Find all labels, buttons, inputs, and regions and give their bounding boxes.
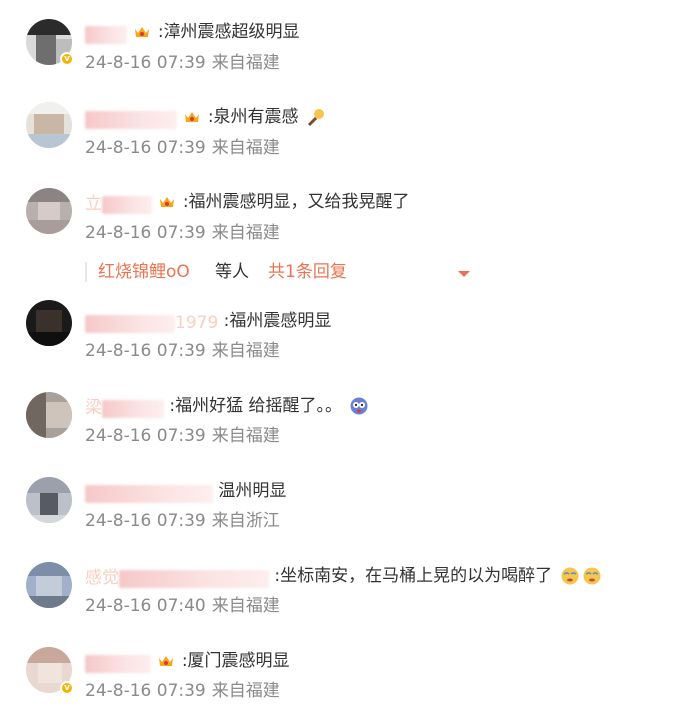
comment-meta: 24-8-16 07:39 来自福建 — [85, 136, 280, 160]
avatar[interactable] — [26, 392, 72, 438]
verified-badge-icon: v — [60, 52, 74, 66]
avatar[interactable] — [26, 562, 72, 608]
comment-meta: 24-8-16 07:40 来自福建 — [85, 594, 280, 618]
comment-text: :福州震感明显，又给我晃醒了 — [182, 192, 410, 212]
avatar[interactable] — [26, 300, 72, 346]
comment-meta: 24-8-16 07:39 来自福建 — [85, 679, 280, 703]
comment-source: 来自福建 — [211, 596, 280, 616]
comment-source: 来自福建 — [211, 223, 280, 243]
crown-badge-icon — [159, 656, 174, 666]
username[interactable] — [85, 480, 213, 503]
comment-source: 来自福建 — [211, 138, 280, 158]
reply-count-link[interactable]: 共1条回复 — [268, 258, 347, 286]
comment-meta: 24-8-16 07:39 来自福建 — [85, 221, 280, 245]
comment-time: 24-8-16 07:39 — [85, 511, 206, 531]
username[interactable] — [85, 106, 177, 129]
comment-source: 来自福建 — [211, 53, 280, 73]
comment-meta: 24-8-16 07:39 来自福建 — [85, 339, 280, 363]
crown-badge-icon — [160, 197, 175, 207]
comment-time: 24-8-16 07:39 — [85, 681, 206, 701]
username[interactable]: 立 — [85, 191, 152, 214]
crown-badge-icon — [185, 112, 200, 122]
comment-source: 来自福建 — [211, 426, 280, 446]
comment-source: 来自浙江 — [211, 511, 280, 531]
comment-meta: 24-8-16 07:39 来自福建 — [85, 424, 280, 448]
avatar[interactable] — [26, 188, 72, 234]
replies-preview[interactable]: 红烧锦鲤oO 等人 共1条回复 — [85, 258, 485, 286]
username[interactable]: 梁 — [85, 395, 164, 418]
comment-source: 来自福建 — [211, 681, 280, 701]
comment-meta: 24-8-16 07:39 来自浙江 — [85, 509, 280, 533]
comment-text: :福州震感明显 — [223, 311, 332, 331]
comment-text: :坐标南安，在马桶上晃的以为喝醉了 — [274, 566, 553, 586]
comment-text: :泉州有震感 — [207, 107, 299, 127]
comment-time: 24-8-16 07:39 — [85, 426, 206, 446]
avatar[interactable] — [26, 477, 72, 523]
comment-time: 24-8-16 07:40 — [85, 596, 206, 616]
reply-author-link[interactable]: 红烧锦鲤oO — [98, 258, 190, 286]
comment-text: :漳州震感超级明显 — [157, 22, 300, 42]
comment-time: 24-8-16 07:39 — [85, 223, 206, 243]
thinking-emoji-icon — [307, 109, 324, 127]
replies-divider — [85, 262, 87, 282]
comment-time: 24-8-16 07:39 — [85, 138, 206, 158]
comment-time: 24-8-16 07:39 — [85, 341, 206, 361]
comment-text: :厦门震感明显 — [181, 651, 290, 671]
comment-text: 温州明显 — [218, 481, 287, 501]
comment-meta: 24-8-16 07:39 来自福建 — [85, 51, 280, 75]
username[interactable] — [85, 21, 127, 44]
crown-badge-icon — [135, 27, 150, 37]
reply-others-label: 等人 — [215, 262, 249, 282]
avatar[interactable] — [26, 102, 72, 148]
username[interactable]: 1979 — [85, 310, 218, 333]
username[interactable]: 感觉 — [85, 565, 269, 588]
comment-source: 来自福建 — [211, 341, 280, 361]
chevron-down-icon[interactable] — [457, 270, 471, 278]
comment-text: :福州好猛 给摇醒了。。 — [169, 396, 343, 416]
username[interactable] — [85, 650, 151, 673]
verified-badge-icon: v — [60, 681, 74, 695]
comment-time: 24-8-16 07:39 — [85, 53, 206, 73]
dizzy-emoji-icon — [350, 397, 368, 415]
drunk-emoji-icon — [561, 567, 579, 585]
drunk-emoji-icon — [583, 567, 601, 585]
